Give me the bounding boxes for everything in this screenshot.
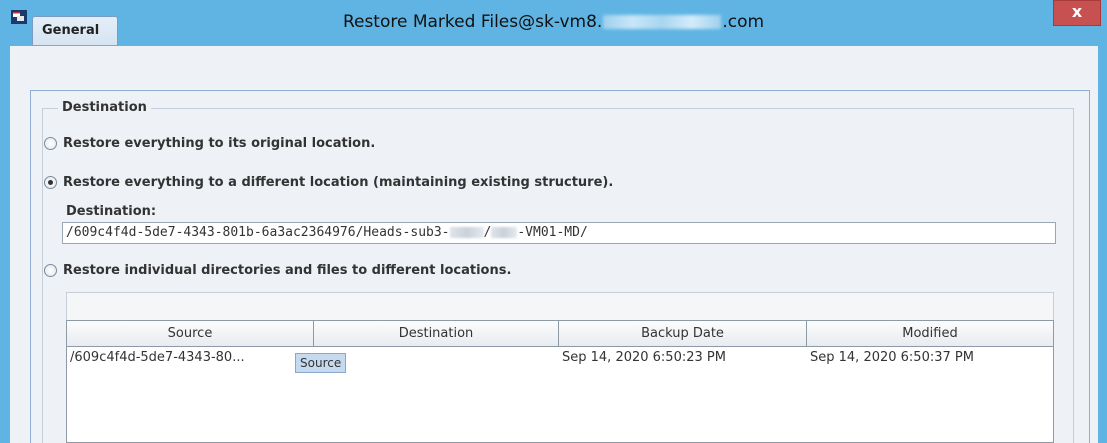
option-original-location[interactable]: Restore everything to its original locat… [44,133,375,153]
redacted-path-segment [449,227,484,238]
tab-general[interactable]: General [32,16,118,45]
table-header: Source Destination Backup Date Modified [67,321,1053,347]
cell-source[interactable]: /609c4f4d-5de7-4343-80... [67,347,314,369]
redacted-domain [603,15,722,29]
option-original-label: Restore everything to its original locat… [63,135,376,151]
table-row[interactable]: /609c4f4d-5de7-4343-80... Sep 14, 2020 6… [67,347,1053,373]
radio-individual-locations[interactable] [44,263,57,277]
column-header-destination[interactable]: Destination [314,321,559,347]
option-individual-label: Restore individual directories and files… [63,262,512,278]
radio-different-location[interactable] [44,175,57,189]
column-header-backup-date[interactable]: Backup Date [559,321,807,347]
option-different-label: Restore everything to a different locati… [63,174,614,190]
option-individual-locations[interactable]: Restore individual directories and files… [44,260,511,280]
destination-group-title: Destination [58,100,151,115]
source-tooltip: Source [295,353,347,373]
option-different-location[interactable]: Restore everything to a different locati… [44,172,613,192]
column-header-source[interactable]: Source [67,321,314,347]
cell-modified[interactable]: Sep 14, 2020 6:50:37 PM [807,347,1053,369]
restore-window: Restore Marked Files@sk-vm8. .com x Gener… [0,0,1107,443]
column-header-modified[interactable]: Modified [807,321,1053,347]
window-title: Restore Marked Files@sk-vm8. .com [342,12,765,32]
cell-backup-date[interactable]: Sep 14, 2020 6:50:23 PM [559,347,807,369]
redacted-path-segment [491,227,518,238]
radio-original-location[interactable] [44,136,57,150]
close-button[interactable]: x [1053,0,1101,26]
destination-field-label: Destination: [66,204,157,219]
cell-destination[interactable] [314,347,559,369]
files-table: Source Destination Backup Date Modified … [66,320,1054,443]
destination-input[interactable]: /609c4f4d-5de7-4343-801b-6a3ac2364976/He… [62,222,1056,244]
title-bar[interactable]: Restore Marked Files@sk-vm8. .com x [0,0,1107,46]
tab-general-label: General [42,23,100,38]
